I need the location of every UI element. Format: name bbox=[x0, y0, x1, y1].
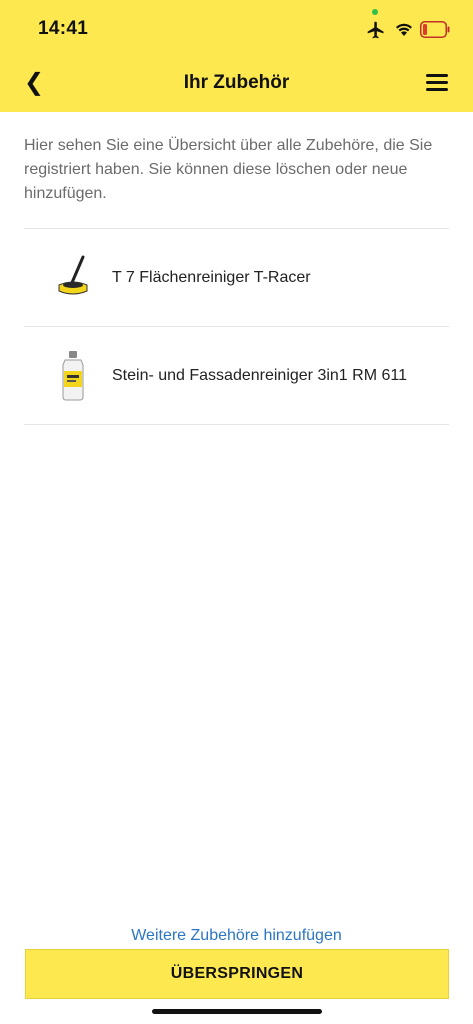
list-item[interactable]: Stein- und Fassadenreiniger 3in1 RM 611 bbox=[24, 327, 449, 425]
top-bar: 14:41 ❮ Ihr Zubehör bbox=[0, 0, 473, 112]
hamburger-menu-icon[interactable] bbox=[426, 74, 450, 94]
accessory-list: T 7 Flächenreiniger T-Racer Stein- und F… bbox=[24, 228, 449, 425]
accessory-name: T 7 Flächenreiniger T-Racer bbox=[112, 268, 311, 286]
airplane-icon bbox=[367, 21, 384, 39]
home-indicator bbox=[152, 1009, 322, 1014]
add-accessories-link[interactable]: Weitere Zubehöre hinzufügen bbox=[0, 927, 473, 945]
privacy-indicator-dot bbox=[372, 9, 378, 15]
surface-cleaner-image bbox=[48, 253, 98, 303]
cleaner-bottle-image bbox=[48, 350, 98, 401]
skip-button[interactable]: ÜBERSPRINGEN bbox=[25, 949, 449, 999]
battery-low-icon bbox=[420, 21, 450, 38]
intro-text: Hier sehen Sie eine Übersicht über alle … bbox=[24, 137, 433, 202]
accessory-name: Stein- und Fassadenreiniger 3in1 RM 611 bbox=[112, 366, 407, 384]
page-title: Ihr Zubehör bbox=[183, 72, 290, 93]
list-item[interactable]: T 7 Flächenreiniger T-Racer bbox=[24, 229, 449, 327]
status-time: 14:41 bbox=[38, 18, 89, 39]
wifi-icon bbox=[396, 23, 412, 36]
